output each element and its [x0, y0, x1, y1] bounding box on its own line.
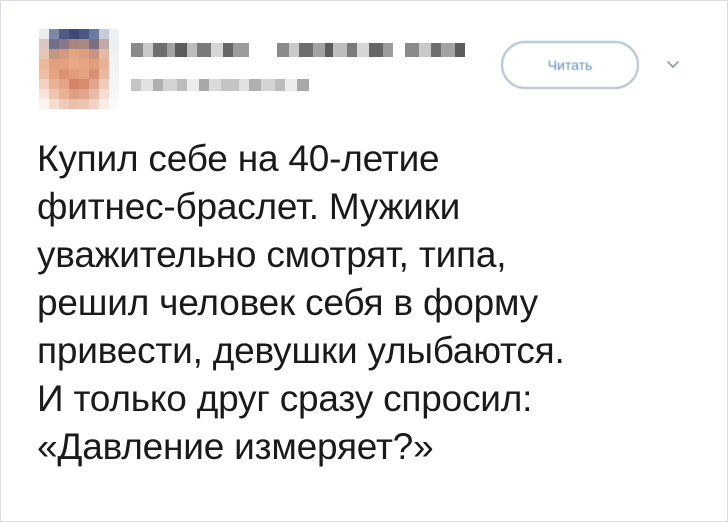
tweet-line: уважительно смотрят, типа, [37, 234, 507, 275]
tweet-line: И только друг сразу спросил: [37, 378, 533, 419]
tweet-line: привести, девушки улыбаются. [37, 330, 565, 371]
chevron-down-icon[interactable] [663, 55, 683, 75]
user-handle [131, 79, 309, 91]
tweet-card: Читать Купил себе на 40-летие фитнес-бра… [0, 0, 728, 522]
tweet-line: Купил себе на 40-летие [37, 138, 440, 179]
tweet-line: решил человек себя в форму [37, 282, 538, 323]
avatar[interactable] [39, 29, 119, 109]
follow-button[interactable]: Читать [501, 41, 639, 89]
tweet-text: Купил себе на 40-летие фитнес-браслет. М… [37, 135, 717, 471]
user-display-name[interactable] [131, 43, 465, 57]
tweet-line: фитнес-браслет. Мужики [37, 186, 461, 227]
tweet-line: «Давление измеряет?» [37, 426, 434, 467]
